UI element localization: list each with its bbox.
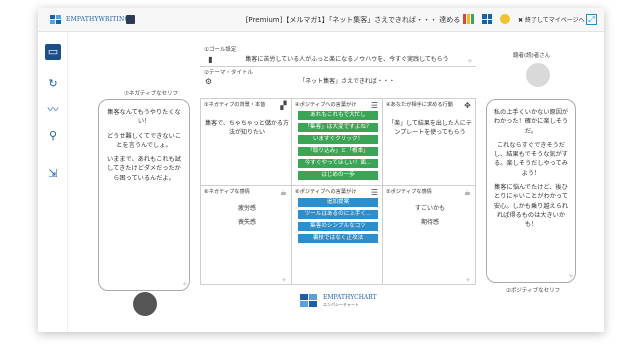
reader-avatar — [526, 63, 550, 87]
word-tag[interactable]: 裏技ではなく正攻法 — [298, 234, 378, 243]
emotion-word: すごいかも — [414, 205, 445, 212]
cell-title: ⑥ポジティブへの言葉がけ — [295, 189, 357, 195]
emotion-word: 疲労感 — [237, 205, 256, 212]
word-tag[interactable]: いますぐクリック！ — [298, 135, 378, 144]
bubble-icon: ▞ — [280, 101, 287, 110]
chart-logo-subtext: エンパシーチャート — [323, 301, 359, 307]
word-tag[interactable]: あれもこれもで大忙し — [298, 111, 378, 120]
goal-bars-icon: ▮ — [208, 55, 213, 64]
cell-text: 集客で、ちゃちゃっと儲かる方法が知りたい — [205, 120, 289, 137]
cell-add-icon[interactable]: + — [281, 276, 287, 284]
exit-label: 終了してマイページへ — [524, 16, 585, 24]
cell-add-icon[interactable]: + — [465, 276, 471, 284]
export-icon[interactable]: ⇲ — [45, 166, 61, 182]
positive-quote-bubble[interactable]: 私の上手くいかない原因がわかった！確かに楽しそうだ。 これならすぐできそうだし、… — [486, 99, 576, 283]
tool-rail: ▭ ↻ 〰 ⚲ ⇲ — [38, 32, 68, 332]
positive-line: これならすぐできそうだし、結果もでそうな気がする。楽しそうだしやってみよう！ — [493, 141, 568, 177]
empathy-chart-logo: EMPATHYCHART エンパシーチャート — [300, 294, 377, 308]
key-icon[interactable]: ⚲ — [45, 128, 61, 144]
top-bar: EMPATHYWRITING [Premium]【メルマガ1】「ネット集客」さえ… — [38, 8, 604, 32]
word-tag[interactable]: 集客のシンプルなコツ — [298, 222, 378, 231]
cell-negative-background[interactable]: ③ネガティブの背景・本音 ▞ 集客で、ちゃちゃっと儲かる方法が知りたい — [200, 98, 292, 186]
cell-desired-action[interactable]: ④あなたが相手に求める行動 ✥ 「楽」して結果を出した人にテンプレートを使っても… — [382, 98, 476, 186]
cup-icon: ☕ — [463, 188, 472, 197]
chart-logo-mark-icon — [300, 294, 318, 308]
positive-quote-label: ②ポジティブなセリフ — [506, 288, 561, 294]
cell-positive-words-1[interactable]: ④ポジティブへの言葉がけ ☰ あれもこれもで大忙し 「集客」は大変ですよね？ い… — [291, 98, 383, 186]
face-icon[interactable] — [500, 14, 510, 24]
cell-negative-emotion[interactable]: ⑥ネガティブな感情 ☕ 疲労感 喪失感 + — [200, 185, 292, 285]
cell-title: ⑤ポジティブな感情 — [386, 189, 432, 195]
goal-text: 集客に苦労している人がふっと楽になるノウハウを、今すぐ実践してもらう — [245, 56, 449, 63]
word-tag[interactable]: はじめの一歩 — [298, 171, 378, 180]
cell-text: 「楽」して結果を出した人にテンプレートを使ってもらう — [388, 120, 472, 137]
goal-add-icon[interactable]: + — [467, 57, 473, 65]
top-icons: ✖ 終了してマイページへ — [463, 14, 585, 24]
negative-line: どうせ難しくてできないことを言うんでしょ。 — [106, 132, 182, 149]
speech-bubble-icon[interactable]: ▭ — [45, 44, 61, 60]
cell-title: ④ポジティブへの言葉がけ — [295, 102, 357, 108]
app-logo[interactable]: EMPATHYWRITING — [50, 15, 129, 24]
cup-icon: ☕ — [279, 188, 288, 197]
app-window: EMPATHYWRITING [Premium]【メルマガ1】「ネット集客」さえ… — [38, 8, 604, 332]
cell-positive-emotion[interactable]: ⑤ポジティブな感情 ☕ すごいかも 期待感 + — [382, 185, 476, 285]
negative-line: いままで、あれもこれも試してきたけどダメだったから困っているんだよ。 — [106, 156, 181, 182]
negative-add-icon[interactable]: + — [182, 280, 188, 288]
logo-text: EMPATHYWRITING — [66, 16, 130, 23]
list-icon: ☰ — [370, 188, 379, 197]
theme-gear-icon: ⚙ — [204, 77, 213, 86]
tag-list: あれもこれもで大忙し 「集客」は大変ですよね？ いますぐクリック！ 「取り込み」… — [298, 111, 378, 183]
negative-line: 集客なんてもうやりたくない！ — [107, 109, 181, 126]
handshake-icon: ✥ — [464, 101, 471, 110]
bag-icon[interactable] — [126, 15, 135, 24]
chart-logo-text: EMPATHYCHART — [323, 294, 377, 302]
word-tag[interactable]: ツールはあるのに上手く... — [298, 210, 378, 219]
goal-label: ①ゴール設定 — [204, 47, 237, 53]
exit-link[interactable]: ✖ 終了してマイページへ — [518, 15, 585, 24]
theme-text: 「ネット集客」さえできれば・・・ — [299, 78, 395, 85]
cell-title: ③ネガティブの背景・本音 — [204, 102, 266, 108]
expand-icon[interactable]: ⤢ — [586, 14, 597, 25]
negative-quote-bubble[interactable]: 集客なんてもうやりたくない！ どうせ難しくてできないことを言うんでしょ。 いまま… — [98, 99, 190, 291]
word-tag[interactable]: 今すぐやってほしい！面... — [298, 159, 378, 168]
color-chart-icon[interactable] — [463, 14, 474, 24]
theme-row[interactable]: ⚙ 「ネット集客」さえできれば・・・ — [200, 75, 476, 88]
tag-list: 追加提案 ツールはあるのに上手く... 集客のシンプルなコツ 裏技ではなく正攻法 — [298, 198, 378, 246]
cell-title: ④あなたが相手に求める行動 — [386, 102, 453, 108]
positive-line: 集客に悩んでたけど、後ひとりにゃいことがわかって安心。しかも乗り越えられれば得る… — [493, 184, 569, 229]
list-icon: ☰ — [370, 101, 379, 110]
line-chart-icon[interactable]: 〰 — [45, 102, 61, 118]
positive-add-icon[interactable]: + — [568, 272, 574, 280]
goal-row[interactable]: ▮ 集客に苦労している人がふっと楽になるノウハウを、今すぐ実践してもらう — [200, 53, 476, 67]
word-tag[interactable]: 追加提案 — [298, 198, 378, 207]
logo-mark-icon — [50, 15, 62, 24]
cell-title: ⑥ネガティブな感情 — [204, 189, 250, 195]
positive-line: 私の上手くいかない原因がわかった！確かに楽しそうだ。 — [493, 109, 569, 135]
refresh-icon[interactable]: ↻ — [45, 76, 61, 92]
emotion-word: 喪失感 — [237, 219, 256, 226]
negative-quote-label: ⑦ネガティブなセリフ — [124, 91, 179, 97]
sad-face-icon — [133, 292, 157, 316]
emotion-word: 期待感 — [420, 219, 439, 226]
reader-label: 聴者(読)者さん — [513, 53, 551, 59]
word-tag[interactable]: 「取り込み」と「根本」 — [298, 147, 378, 156]
word-tag[interactable]: 「集客」は大変ですよね？ — [298, 123, 378, 132]
cell-positive-words-2[interactable]: ⑥ポジティブへの言葉がけ ☰ 追加提案 ツールはあるのに上手く... 集客のシン… — [291, 185, 383, 285]
document-title: [Premium]【メルマガ1】「ネット集客」さえできれば・・・ 達める — [245, 16, 461, 24]
grid-icon[interactable] — [482, 14, 492, 24]
